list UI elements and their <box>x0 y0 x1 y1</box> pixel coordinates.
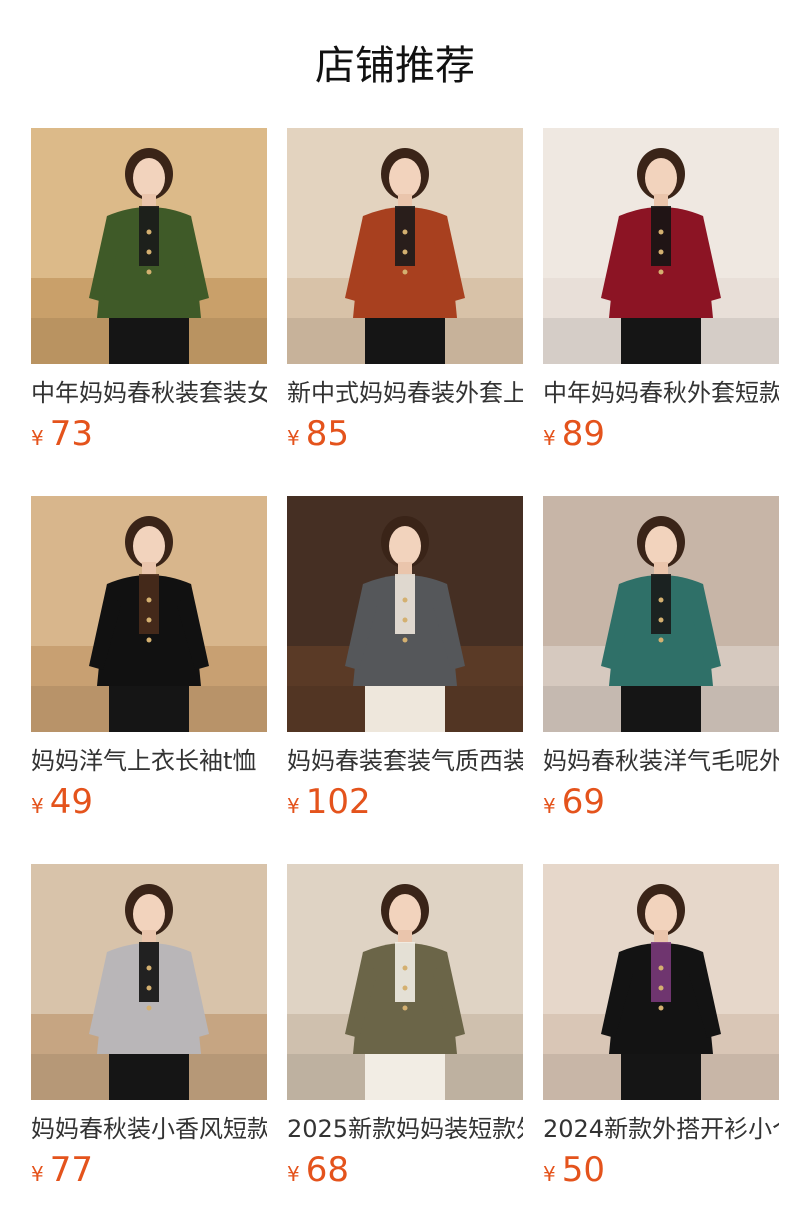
product-photo-illustration <box>543 496 779 732</box>
product-name[interactable]: 妈妈春秋装洋气毛呢外套 <box>543 744 779 778</box>
product-card-6[interactable]: 妈妈春秋装洋气毛呢外套 ¥69 <box>543 496 779 864</box>
product-name[interactable]: 2025新款妈妈装短款外套 <box>287 1112 523 1146</box>
product-photo-illustration <box>31 864 267 1100</box>
currency-symbol: ¥ <box>287 1162 300 1186</box>
product-photo-illustration <box>287 864 523 1100</box>
product-price: ¥85 <box>287 414 523 454</box>
product-price: ¥89 <box>543 414 779 454</box>
product-image[interactable] <box>287 496 523 732</box>
product-name[interactable]: 2024新款外搭开衫小个子 <box>543 1112 779 1146</box>
product-image[interactable] <box>543 128 779 364</box>
product-photo-illustration <box>543 864 779 1100</box>
product-price: ¥49 <box>31 782 267 822</box>
price-value: 68 <box>305 1150 349 1190</box>
price-value: 50 <box>561 1150 605 1190</box>
product-image[interactable] <box>287 128 523 364</box>
price-value: 77 <box>49 1150 93 1190</box>
product-card-1[interactable]: 中年妈妈春秋装套装女 ¥73 <box>31 128 267 496</box>
price-value: 89 <box>561 414 605 454</box>
price-value: 69 <box>561 782 605 822</box>
currency-symbol: ¥ <box>31 794 44 818</box>
product-name[interactable]: 妈妈春装套装气质西装 <box>287 744 523 778</box>
currency-symbol: ¥ <box>287 794 300 818</box>
product-image[interactable] <box>543 864 779 1100</box>
product-photo-illustration <box>287 496 523 732</box>
product-photo-illustration <box>287 128 523 364</box>
product-price: ¥73 <box>31 414 267 454</box>
page-title: 店铺推荐 <box>315 43 475 89</box>
product-image[interactable] <box>287 864 523 1100</box>
product-name[interactable]: 妈妈洋气上衣长袖t恤 <box>31 744 267 778</box>
product-image[interactable] <box>543 496 779 732</box>
product-name[interactable]: 妈妈春秋装小香风短款 <box>31 1112 267 1146</box>
product-card-4[interactable]: 妈妈洋气上衣长袖t恤 ¥49 <box>31 496 267 864</box>
currency-symbol: ¥ <box>31 426 44 450</box>
currency-symbol: ¥ <box>543 794 556 818</box>
currency-symbol: ¥ <box>543 426 556 450</box>
product-name[interactable]: 新中式妈妈春装外套上衣 <box>287 376 523 410</box>
price-value: 73 <box>49 414 93 454</box>
product-card-8[interactable]: 2025新款妈妈装短款外套 ¥68 <box>287 864 523 1232</box>
product-card-2[interactable]: 新中式妈妈春装外套上衣 ¥85 <box>287 128 523 496</box>
product-photo-illustration <box>31 496 267 732</box>
price-value: 49 <box>49 782 93 822</box>
product-card-7[interactable]: 妈妈春秋装小香风短款 ¥77 <box>31 864 267 1232</box>
price-value: 85 <box>305 414 349 454</box>
product-price: ¥68 <box>287 1150 523 1190</box>
product-price: ¥102 <box>287 782 523 822</box>
product-price: ¥50 <box>543 1150 779 1190</box>
product-image[interactable] <box>31 496 267 732</box>
product-photo-illustration <box>31 128 267 364</box>
product-price: ¥77 <box>31 1150 267 1190</box>
product-grid: 中年妈妈春秋装套装女 ¥73 新中式妈妈春装外套上 ¥ 85 中年妈妈春秋外套短… <box>31 128 779 1232</box>
product-card-9[interactable]: 2024新款外搭开衫小个子 ¥50 <box>543 864 779 1232</box>
currency-symbol: ¥ <box>287 426 300 450</box>
product-image[interactable] <box>31 864 267 1100</box>
currency-symbol: ¥ <box>543 1162 556 1186</box>
product-card-3[interactable]: 中年妈妈春秋外套短款 ¥89 <box>543 128 779 496</box>
currency-symbol: ¥ <box>31 1162 44 1186</box>
product-card-5[interactable]: 妈妈春装套装气质西装 ¥102 <box>287 496 523 864</box>
product-name[interactable]: 中年妈妈春秋外套短款 <box>543 376 779 410</box>
price-value: 102 <box>305 782 371 822</box>
product-image[interactable] <box>31 128 267 364</box>
product-photo-illustration <box>543 128 779 364</box>
product-name[interactable]: 中年妈妈春秋装套装女 <box>31 376 267 410</box>
product-price: ¥69 <box>543 782 779 822</box>
